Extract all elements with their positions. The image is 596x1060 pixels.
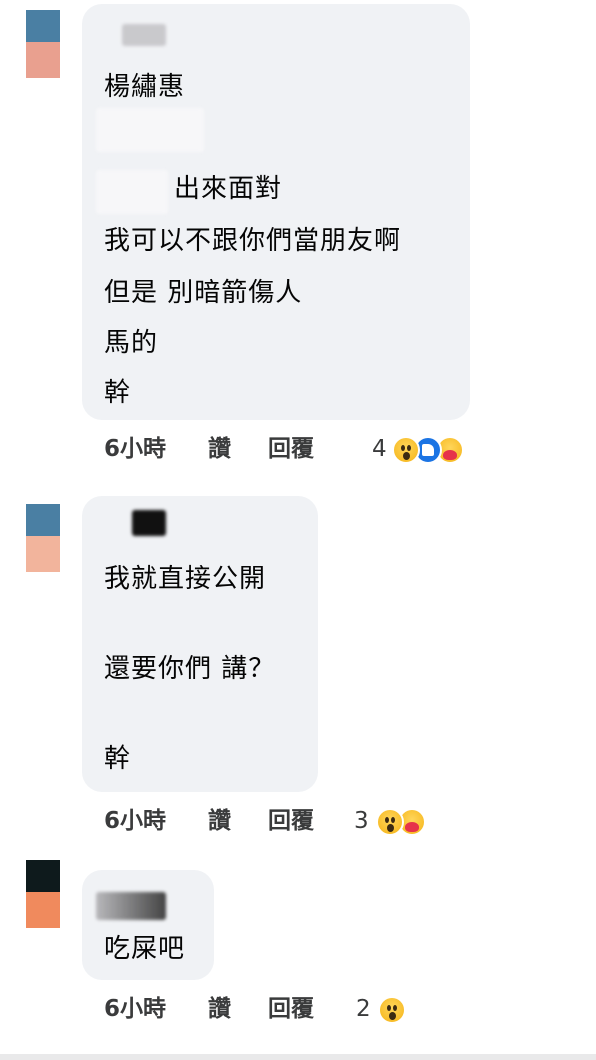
comment-text-line: 我可以不跟你們當朋友啊	[104, 226, 402, 256]
timestamp[interactable]: 6小時	[104, 992, 166, 1026]
reply-button[interactable]: 回覆	[268, 804, 314, 838]
reaction-count[interactable]: 2	[356, 992, 371, 1026]
divider	[0, 1054, 596, 1060]
reaction-count[interactable]: 4	[372, 432, 387, 466]
comment-text-line: 馬的	[104, 328, 159, 358]
wow-icon	[378, 996, 406, 1024]
comment-text-line: 吃屎吧	[104, 934, 186, 964]
comment-text-line: 出來面對	[174, 174, 283, 204]
reply-button[interactable]: 回覆	[268, 992, 314, 1026]
reaction-summary[interactable]	[392, 436, 472, 464]
commenter-avatar[interactable]	[26, 504, 60, 572]
redacted-block	[96, 170, 168, 214]
reply-button[interactable]: 回覆	[268, 432, 314, 466]
like-button[interactable]: 讚	[208, 992, 231, 1026]
timestamp[interactable]: 6小時	[104, 432, 166, 466]
redacted-block	[96, 108, 204, 152]
timestamp[interactable]: 6小時	[104, 804, 166, 838]
like-button[interactable]: 讚	[208, 804, 231, 838]
comment-meta: 6小時 讚 回覆 4	[104, 432, 504, 466]
reaction-summary[interactable]	[378, 996, 408, 1024]
reaction-summary[interactable]	[376, 808, 436, 836]
commenter-avatar[interactable]	[26, 860, 60, 928]
comment-meta: 6小時 讚 回覆 3	[104, 804, 504, 838]
comment-text-line: 還要你們 講？	[104, 654, 276, 684]
comment-text-line: 楊繡惠	[104, 72, 186, 102]
commenter-name-redacted	[132, 510, 166, 536]
comment-bubble: 楊繡惠 出來面對 我可以不跟你們當朋友啊 但是 別暗箭傷人 馬的 幹	[82, 4, 470, 420]
wow-icon	[376, 808, 404, 836]
commenter-name-redacted	[96, 892, 166, 920]
comment-text-line: 幹	[104, 744, 132, 774]
commenter-name-redacted	[122, 24, 166, 46]
comment-bubble: 我就直接公開 還要你們 講？ 幹	[82, 496, 318, 792]
commenter-avatar[interactable]	[26, 10, 60, 78]
comment-text-line: 幹	[104, 378, 132, 408]
wow-icon	[392, 436, 420, 464]
comment-text-line: 但是 別暗箭傷人	[104, 278, 303, 308]
comment-bubble: 吃屎吧	[82, 870, 214, 980]
like-button[interactable]: 讚	[208, 432, 231, 466]
reaction-count[interactable]: 3	[354, 804, 369, 838]
comment-text-line: 我就直接公開	[104, 564, 267, 594]
comment-meta: 6小時 讚 回覆 2	[104, 992, 504, 1026]
